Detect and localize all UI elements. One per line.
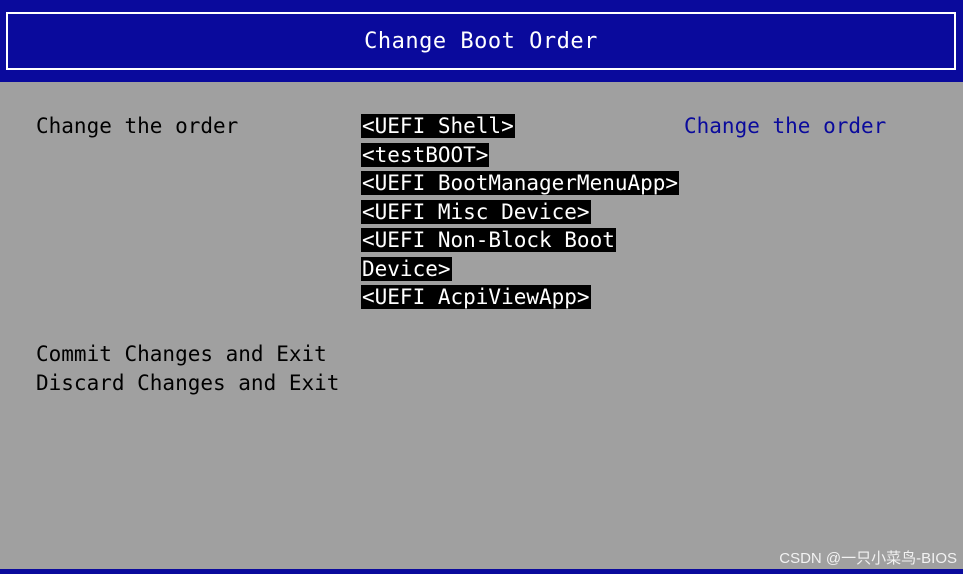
help-text: Change the order — [684, 114, 887, 138]
discard-changes-and-exit[interactable]: Discard Changes and Exit — [36, 369, 339, 398]
title-bar: Change Boot Order — [0, 0, 963, 82]
change-order-prompt[interactable]: Change the order — [36, 112, 238, 141]
bottom-bar — [0, 569, 963, 574]
boot-order-list[interactable]: <UEFI Shell> <testBOOT> <UEFI BootManage… — [361, 112, 680, 312]
boot-option-non-block-boot-device[interactable]: <UEFI Non-Block Boot — [361, 226, 679, 255]
boot-option-bootmanagermenuapp[interactable]: <UEFI BootManagerMenuApp> — [361, 169, 680, 198]
title-frame: Change Boot Order — [6, 12, 956, 70]
page-title: Change Boot Order — [364, 28, 598, 54]
boot-option-misc-device[interactable]: <UEFI Misc Device> — [361, 198, 679, 227]
boot-option-non-block-boot-device-cont[interactable]: Device> — [361, 255, 679, 284]
boot-option-testboot[interactable]: <testBOOT> — [361, 141, 679, 170]
boot-option-acpiviewapp[interactable]: <UEFI AcpiViewApp> — [361, 283, 679, 312]
commit-changes-and-exit[interactable]: Commit Changes and Exit — [36, 340, 327, 369]
watermark: CSDN @一只小菜鸟-BIOS — [779, 550, 957, 567]
boot-option-uefi-shell[interactable]: <UEFI Shell> — [361, 112, 679, 141]
bios-setup-screen: Change Boot Order Change the order <UEFI… — [0, 0, 963, 574]
